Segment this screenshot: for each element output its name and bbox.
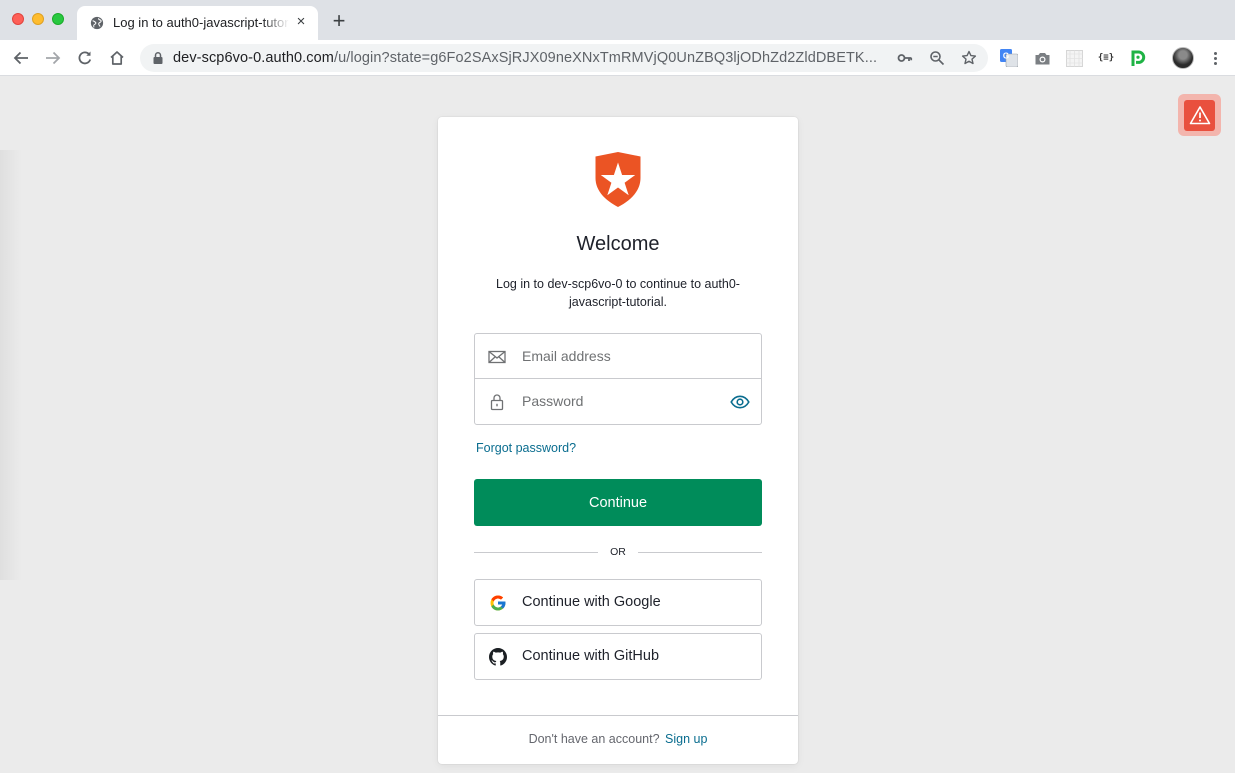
url-host: dev-scp6vo-0.auth0.com — [173, 50, 334, 66]
forgot-password-link[interactable]: Forgot password? — [476, 441, 576, 455]
auth0-logo-icon — [595, 152, 641, 207]
github-icon — [489, 648, 507, 666]
login-card: Welcome Log in to dev-scp6vo-0 to contin… — [438, 117, 798, 764]
side-panel-shadow — [0, 150, 22, 580]
home-icon — [110, 51, 124, 65]
sign-up-link[interactable]: Sign up — [665, 732, 707, 746]
or-label: OR — [610, 546, 626, 558]
maximize-window-button[interactable] — [52, 13, 64, 25]
globe-icon — [90, 16, 104, 30]
warning-button[interactable] — [1178, 94, 1221, 136]
login-description: Log in to dev-scp6vo-0 to continue to au… — [478, 275, 758, 311]
arrow-right-icon — [46, 51, 61, 65]
tab-close-icon[interactable]: × — [293, 14, 309, 30]
signup-prompt: Don't have an account? Sign up — [438, 732, 798, 746]
page-title: Welcome — [576, 233, 660, 255]
minimize-window-button[interactable] — [32, 13, 44, 25]
reload-button[interactable] — [75, 48, 95, 68]
back-button[interactable] — [11, 48, 31, 68]
dashlane-icon[interactable] — [1129, 49, 1147, 67]
url-path: /u/login?state=g6Fo2SAxSjRJX09neXNxTmRMV… — [333, 50, 878, 66]
divider-line — [638, 552, 762, 553]
email-field[interactable] — [475, 334, 761, 379]
password-field[interactable] — [475, 379, 761, 424]
or-divider: OR — [474, 545, 762, 559]
google-translate-icon[interactable]: G — [1000, 49, 1018, 67]
key-icon[interactable] — [897, 50, 913, 66]
continue-button[interactable]: Continue — [474, 479, 762, 526]
continue-with-google-button[interactable]: Continue with Google — [474, 579, 762, 626]
profile-avatar[interactable] — [1172, 47, 1194, 69]
browser-menu-icon[interactable] — [1206, 49, 1224, 67]
warning-triangle-icon — [1184, 99, 1215, 131]
google-icon — [490, 595, 506, 611]
camera-icon[interactable] — [1033, 49, 1051, 67]
browser-tab[interactable]: Log in to auth0-javascript-tutorial × — [77, 6, 318, 40]
json-viewer-icon[interactable]: {≡} — [1097, 49, 1115, 67]
tab-title: Log in to auth0-javascript-tutorial — [113, 15, 289, 30]
home-button[interactable] — [107, 48, 127, 68]
forward-button[interactable] — [43, 48, 63, 68]
close-window-button[interactable] — [12, 13, 24, 25]
lock-icon — [153, 52, 163, 64]
footer-divider — [438, 715, 798, 716]
envelope-icon — [488, 350, 506, 364]
browser-toolbar: dev-scp6vo-0.auth0.com/u/login?state=g6F… — [0, 40, 1235, 76]
new-tab-button[interactable]: + — [328, 10, 350, 33]
credentials-group — [474, 333, 762, 425]
password-input[interactable] — [522, 391, 722, 411]
reload-icon — [78, 51, 92, 65]
divider-line — [474, 552, 598, 553]
address-bar[interactable]: dev-scp6vo-0.auth0.com/u/login?state=g6F… — [140, 44, 988, 72]
google-button-label: Continue with Google — [522, 594, 661, 610]
description-line-2: javascript-tutorial. — [569, 295, 667, 309]
github-button-label: Continue with GitHub — [522, 648, 660, 664]
continue-with-github-button[interactable]: Continue with GitHub — [474, 633, 762, 680]
email-input[interactable] — [522, 346, 722, 366]
zoom-icon[interactable] — [929, 50, 945, 66]
description-line-1: Log in to dev-scp6vo-0 to continue to au… — [496, 277, 740, 291]
svg-text:G: G — [1003, 52, 1009, 61]
star-icon[interactable] — [961, 50, 977, 66]
no-account-text: Don't have an account? — [528, 732, 660, 746]
tab-strip: Log in to auth0-javascript-tutorial × + — [0, 0, 1235, 40]
arrow-left-icon — [13, 51, 28, 65]
padlock-icon — [490, 394, 504, 411]
grid-extension-icon[interactable] — [1065, 49, 1083, 67]
show-password-eye-icon[interactable] — [730, 394, 750, 410]
url-text: dev-scp6vo-0.auth0.com/u/login?state=g6F… — [173, 50, 893, 66]
